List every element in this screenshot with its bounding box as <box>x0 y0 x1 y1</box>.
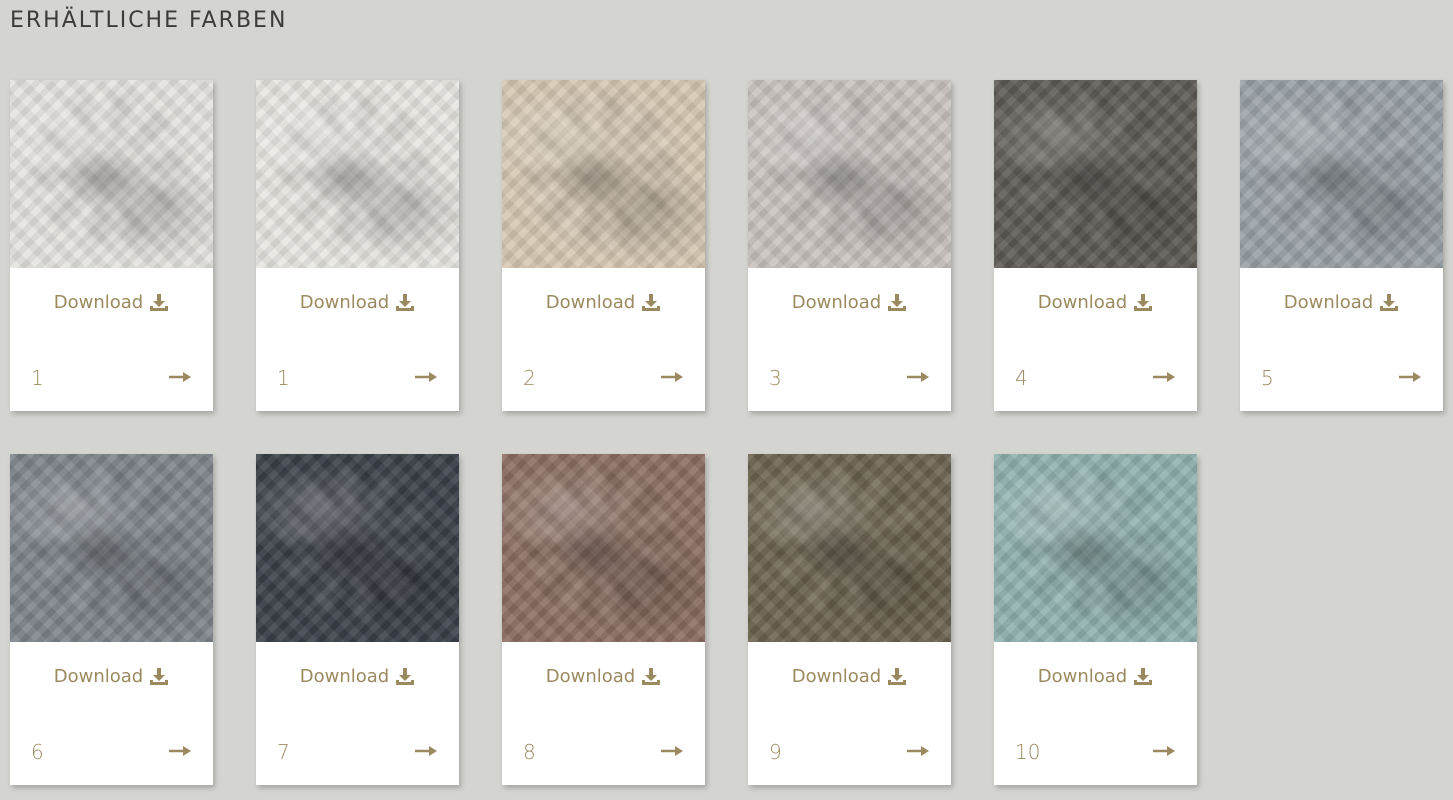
download-icon <box>150 667 169 685</box>
download-link[interactable]: Download <box>994 292 1197 313</box>
download-label: Download <box>53 292 144 313</box>
download-label: Download <box>545 666 636 687</box>
color-number: 10 <box>1015 740 1041 764</box>
arrow-right-icon[interactable] <box>1398 369 1422 385</box>
download-icon <box>642 293 661 311</box>
download-label: Download <box>299 666 390 687</box>
arrow-right-icon[interactable] <box>1152 369 1176 385</box>
download-label: Download <box>1037 292 1128 313</box>
color-number: 8 <box>523 740 536 764</box>
fabric-swatch-image[interactable] <box>994 80 1197 268</box>
download-icon <box>150 293 169 311</box>
color-card[interactable]: Download 2 <box>502 80 705 411</box>
fabric-swatch-image[interactable] <box>1240 80 1443 268</box>
download-icon <box>1380 293 1399 311</box>
download-link[interactable]: Download <box>1240 292 1443 313</box>
arrow-right-icon[interactable] <box>414 743 438 759</box>
color-card[interactable]: Download 1 <box>10 80 213 411</box>
download-link[interactable]: Download <box>10 666 213 687</box>
color-number: 6 <box>31 740 44 764</box>
download-icon <box>1134 293 1153 311</box>
arrow-right-icon[interactable] <box>1152 743 1176 759</box>
color-card[interactable]: Download 8 <box>502 454 705 785</box>
download-link[interactable]: Download <box>10 292 213 313</box>
color-card[interactable]: Download 9 <box>748 454 951 785</box>
fabric-swatch-image[interactable] <box>994 454 1197 642</box>
fabric-swatch-image[interactable] <box>10 80 213 268</box>
fabric-swatch-image[interactable] <box>256 80 459 268</box>
download-icon <box>642 667 661 685</box>
arrow-right-icon[interactable] <box>168 743 192 759</box>
color-card-grid: Download 1 Download 1 Download 2 Download 3 Down… <box>0 0 1453 800</box>
arrow-right-icon[interactable] <box>168 369 192 385</box>
color-gallery-page: ERHÄLTLICHE FARBEN Download 1 Download 1 Dow… <box>0 0 1453 800</box>
download-link[interactable]: Download <box>748 292 951 313</box>
download-label: Download <box>791 666 882 687</box>
color-card[interactable]: Download 4 <box>994 80 1197 411</box>
arrow-right-icon[interactable] <box>414 369 438 385</box>
fabric-swatch-image[interactable] <box>748 454 951 642</box>
color-card[interactable]: Download 7 <box>256 454 459 785</box>
arrow-right-icon[interactable] <box>906 369 930 385</box>
download-label: Download <box>545 292 636 313</box>
download-icon <box>396 667 415 685</box>
arrow-right-icon[interactable] <box>660 369 684 385</box>
download-link[interactable]: Download <box>748 666 951 687</box>
color-number: 7 <box>277 740 290 764</box>
color-card[interactable]: Download 3 <box>748 80 951 411</box>
download-link[interactable]: Download <box>994 666 1197 687</box>
download-icon <box>888 293 907 311</box>
download-label: Download <box>299 292 390 313</box>
download-link[interactable]: Download <box>502 292 705 313</box>
fabric-swatch-image[interactable] <box>10 454 213 642</box>
color-number: 9 <box>769 740 782 764</box>
color-card[interactable]: Download 5 <box>1240 80 1443 411</box>
color-number: 3 <box>769 366 782 390</box>
color-card[interactable]: Download 10 <box>994 454 1197 785</box>
download-label: Download <box>1037 666 1128 687</box>
color-number: 4 <box>1015 366 1028 390</box>
color-number: 5 <box>1261 366 1274 390</box>
color-number: 1 <box>31 366 44 390</box>
color-card[interactable]: Download 1 <box>256 80 459 411</box>
download-label: Download <box>1283 292 1374 313</box>
download-link[interactable]: Download <box>502 666 705 687</box>
arrow-right-icon[interactable] <box>906 743 930 759</box>
arrow-right-icon[interactable] <box>660 743 684 759</box>
download-link[interactable]: Download <box>256 292 459 313</box>
download-label: Download <box>53 666 144 687</box>
color-number: 2 <box>523 366 536 390</box>
color-number: 1 <box>277 366 290 390</box>
download-icon <box>396 293 415 311</box>
fabric-swatch-image[interactable] <box>502 80 705 268</box>
fabric-swatch-image[interactable] <box>256 454 459 642</box>
download-icon <box>1134 667 1153 685</box>
color-card[interactable]: Download 6 <box>10 454 213 785</box>
download-label: Download <box>791 292 882 313</box>
fabric-swatch-image[interactable] <box>502 454 705 642</box>
download-icon <box>888 667 907 685</box>
download-link[interactable]: Download <box>256 666 459 687</box>
fabric-swatch-image[interactable] <box>748 80 951 268</box>
